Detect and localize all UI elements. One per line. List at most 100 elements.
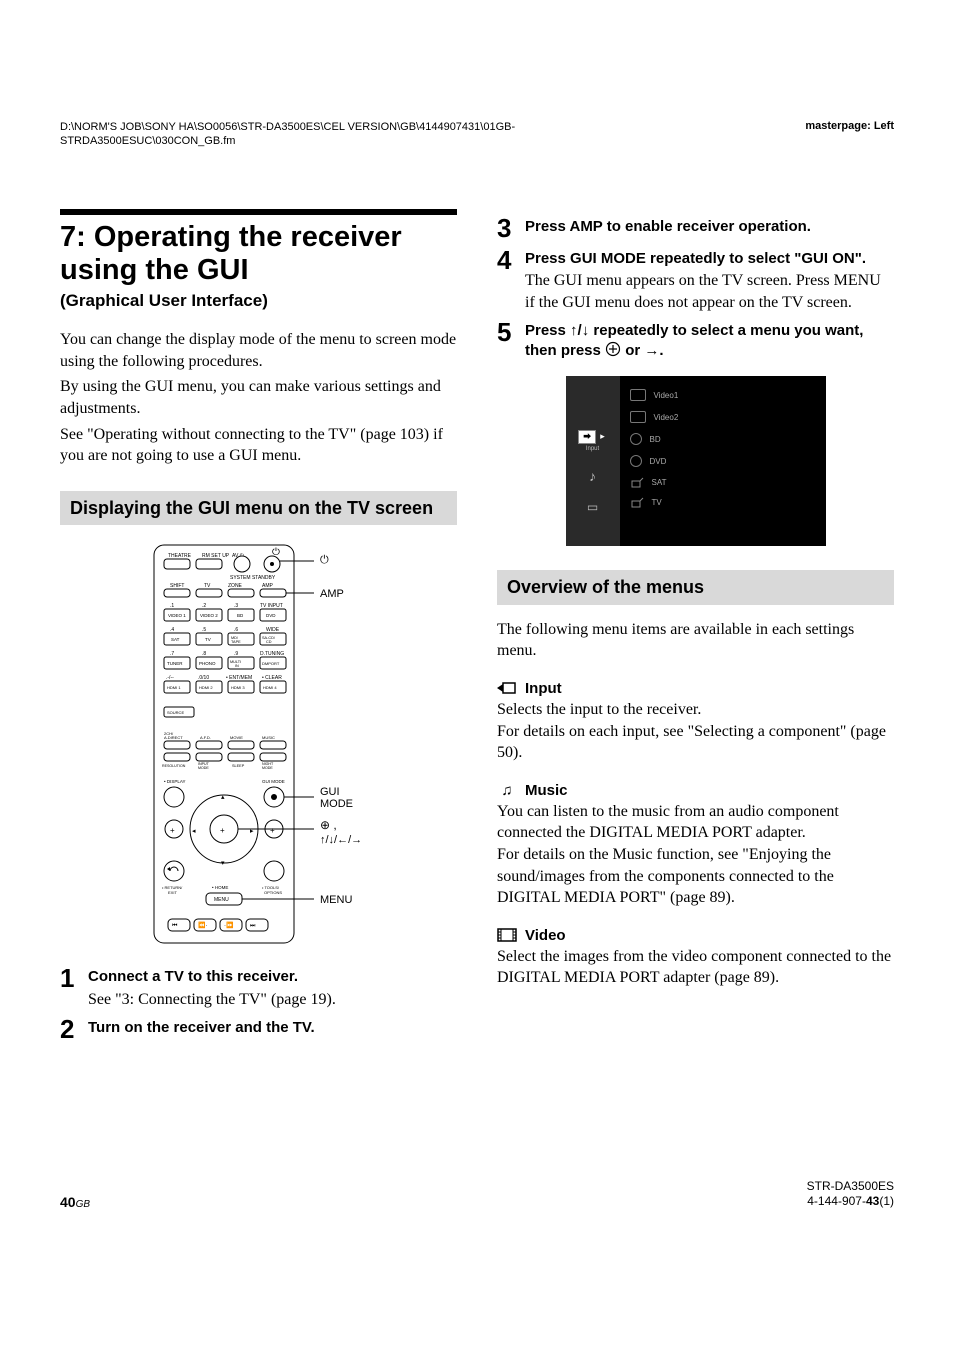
menu-heading-label: Input bbox=[525, 680, 562, 697]
step-number: 3 bbox=[497, 215, 525, 241]
sidebar-label: Input bbox=[578, 446, 607, 452]
svg-text:TV: TV bbox=[204, 583, 211, 589]
disc-icon bbox=[630, 455, 642, 467]
step-1-head: Connect a TV to this receiver. bbox=[88, 967, 457, 987]
svg-text:WIDE: WIDE bbox=[266, 627, 280, 633]
list-label: Video2 bbox=[654, 413, 679, 422]
svg-text:TAPE: TAPE bbox=[231, 640, 241, 644]
sidebar-item-music: ♪ bbox=[585, 470, 601, 483]
intro-paragraph-3: See "Operating without connecting to the… bbox=[60, 424, 457, 467]
svg-text:AMP: AMP bbox=[262, 583, 274, 589]
list-item: BD bbox=[626, 428, 818, 450]
sidebar-item-input: ⮕ ▸ Input bbox=[578, 430, 607, 452]
callout-enter: ⊕ , bbox=[320, 818, 337, 832]
callout-gui-2: MODE bbox=[320, 798, 353, 810]
masterpage-label: masterpage: Left bbox=[805, 120, 894, 132]
step-5-head: Press ↑/↓ repeatedly to select a menu yo… bbox=[525, 321, 894, 362]
input-icon bbox=[497, 681, 517, 695]
list-item: Video2 bbox=[626, 406, 818, 428]
svg-text:.0/10: .0/10 bbox=[198, 675, 209, 681]
film-icon bbox=[497, 928, 517, 942]
enter-icon bbox=[605, 341, 621, 363]
svg-text:TV: TV bbox=[205, 637, 211, 642]
subheading-overview: Overview of the menus bbox=[497, 570, 894, 605]
svg-text:MODE: MODE bbox=[262, 766, 273, 770]
list-item: Video1 bbox=[626, 384, 818, 406]
section-subtitle: (Graphical User Interface) bbox=[60, 291, 457, 311]
footer-model-name: STR-DA3500ES bbox=[807, 1179, 894, 1195]
svg-text:.-/--: .-/-- bbox=[166, 675, 174, 681]
source-file-path: D:\NORM'S JOB\SONY HA\SO0056\STR-DA3500E… bbox=[60, 120, 540, 149]
svg-text:.2: .2 bbox=[202, 603, 206, 609]
svg-text:RM SET UP: RM SET UP bbox=[202, 553, 230, 559]
gui-input-list: Video1 Video2 BD DVD SAT TV bbox=[626, 384, 818, 512]
input-icon: ⮕ bbox=[578, 430, 596, 444]
svg-text:HDMI 1: HDMI 1 bbox=[167, 685, 181, 690]
svg-text:.9: .9 bbox=[234, 651, 238, 657]
svg-text:◂: ◂ bbox=[192, 828, 196, 835]
svg-text:+: + bbox=[170, 826, 175, 835]
remote-diagram: THEATRE RM SET UP AV ⏻ ⏻ SYSTEM STANDBY … bbox=[60, 539, 457, 949]
svg-text:A.F.D.: A.F.D. bbox=[200, 735, 211, 740]
menu-input-body: Selects the input to the receiver. For d… bbox=[497, 699, 894, 764]
step-1-text: See "3: Connecting the TV" (page 19). bbox=[88, 989, 457, 1011]
menu-heading-label: Video bbox=[525, 927, 566, 944]
svg-text:·⏩: ·⏩ bbox=[224, 921, 234, 929]
page-number-suffix: GB bbox=[76, 1199, 90, 1210]
svg-text:+: + bbox=[220, 826, 225, 835]
music-note-icon: ♫ bbox=[497, 782, 517, 799]
svg-text:SLEEP: SLEEP bbox=[232, 764, 245, 768]
list-label: Video1 bbox=[654, 391, 679, 400]
gui-menu-screenshot: ⮕ ▸ Input ♪ ▭ Video1 Video2 BD bbox=[566, 376, 826, 546]
video-source-icon bbox=[630, 411, 646, 423]
svg-text:HDMI 4: HDMI 4 bbox=[263, 685, 277, 690]
svg-text:EXIT: EXIT bbox=[168, 890, 177, 895]
svg-text:DVD: DVD bbox=[266, 613, 276, 618]
list-label: TV bbox=[652, 498, 662, 507]
menu-heading-input: Input bbox=[497, 680, 894, 697]
callout-gui-1: GUI bbox=[320, 786, 340, 798]
step-4: 4 Press GUI MODE repeatedly to select "G… bbox=[497, 249, 894, 314]
callout-menu: MENU bbox=[320, 894, 352, 906]
svg-text:⏻: ⏻ bbox=[320, 554, 329, 566]
callout-amp: AMP bbox=[320, 588, 344, 600]
svg-text:MOVIE: MOVIE bbox=[230, 735, 243, 740]
svg-text:▾: ▾ bbox=[221, 860, 225, 867]
svg-text:.5: .5 bbox=[202, 627, 206, 633]
page-number-value: 40 bbox=[60, 1194, 76, 1210]
svg-text:MODE: MODE bbox=[198, 766, 209, 770]
svg-text:.4: .4 bbox=[170, 627, 174, 633]
footer-code-c: (1) bbox=[879, 1194, 894, 1208]
chevron-right-icon: ▸ bbox=[598, 432, 607, 441]
intro-paragraph-1: You can change the display mode of the m… bbox=[60, 329, 457, 372]
svg-text:.3: .3 bbox=[234, 603, 238, 609]
svg-text:HDMI 3: HDMI 3 bbox=[231, 685, 245, 690]
svg-text:CD: CD bbox=[266, 640, 272, 644]
svg-text:PHONO: PHONO bbox=[199, 661, 216, 666]
svg-text:SHIFT: SHIFT bbox=[170, 583, 184, 589]
svg-text:TV INPUT: TV INPUT bbox=[260, 603, 283, 609]
menu-video-body: Select the images from the video compone… bbox=[497, 946, 894, 989]
svg-text:• HOME: • HOME bbox=[212, 885, 228, 890]
overview-intro: The following menu items are available i… bbox=[497, 619, 894, 662]
intro-paragraph-2: By using the GUI menu, you can make vari… bbox=[60, 376, 457, 419]
callout-arrows: ↑/↓/←/→ bbox=[320, 834, 362, 846]
step-3-head: Press AMP to enable receiver operation. bbox=[525, 217, 894, 237]
menu-heading-label: Music bbox=[525, 782, 568, 799]
svg-text:⏭: ⏭ bbox=[250, 923, 256, 929]
step-2-head: Turn on the receiver and the TV. bbox=[88, 1018, 457, 1038]
step-4-text: The GUI menu appears on the TV screen. P… bbox=[525, 270, 894, 313]
footer-code-b: 43 bbox=[866, 1194, 879, 1208]
svg-text:.8: .8 bbox=[202, 651, 206, 657]
step-4-head: Press GUI MODE repeatedly to select "GUI… bbox=[525, 249, 894, 269]
svg-text:MUSIC: MUSIC bbox=[262, 735, 275, 740]
list-item: SAT bbox=[626, 472, 818, 492]
sat-icon bbox=[630, 477, 644, 487]
svg-text:VIDEO 1: VIDEO 1 bbox=[168, 613, 186, 618]
list-item: DVD bbox=[626, 450, 818, 472]
film-icon: ▭ bbox=[585, 501, 601, 513]
svg-text:A.DIRECT: A.DIRECT bbox=[164, 735, 183, 740]
svg-text:IN: IN bbox=[235, 664, 239, 668]
list-item: TV bbox=[626, 492, 818, 512]
list-label: SAT bbox=[652, 478, 667, 487]
